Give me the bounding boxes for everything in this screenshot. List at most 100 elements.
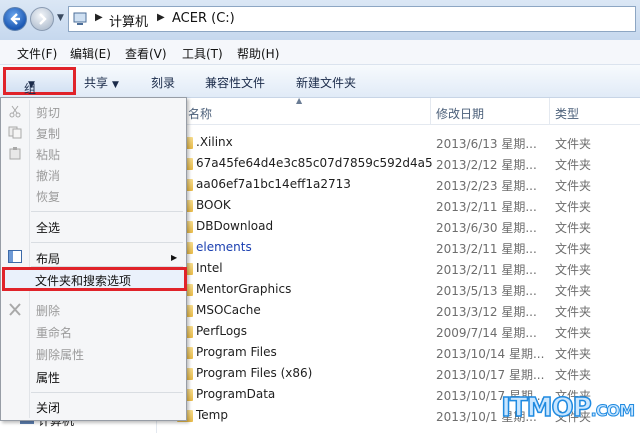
menu-item-select-all[interactable]: 全选: [36, 219, 60, 236]
watermark-brand: ITMOP: [500, 392, 592, 424]
file-date: 2009/7/14 星期...: [436, 326, 537, 340]
chevron-down-icon: ▼: [28, 80, 35, 90]
recent-pages-chevron-icon[interactable]: ▼: [57, 13, 64, 23]
file-type: 文件夹: [555, 158, 592, 172]
menu-edit[interactable]: 编辑(E): [70, 45, 111, 62]
file-name: aa06ef7a1bc14eff1a2713: [196, 177, 351, 191]
file-row[interactable]: DBDownload 2013/6/30 星期... 文件夹: [157, 216, 640, 237]
command-toolbar: 组织▼ 共享▼ 刻录 兼容性文件 新建文件夹: [0, 65, 640, 113]
menu-item-cut[interactable]: 剪切: [36, 104, 60, 121]
file-name: elements: [196, 240, 252, 254]
file-row[interactable]: .Xilinx 2013/6/13 星期... 文件夹: [157, 132, 640, 153]
file-name: Intel: [196, 261, 223, 275]
copy-icon: [8, 126, 22, 139]
menu-help[interactable]: 帮助(H): [237, 45, 279, 62]
file-date: 2013/3/12 星期...: [436, 305, 537, 319]
file-type: 文件夹: [555, 368, 592, 382]
menu-separator: [31, 266, 183, 267]
share-label: 共享: [84, 76, 109, 90]
file-type: 文件夹: [555, 347, 592, 361]
column-header-name[interactable]: 名称: [188, 105, 212, 122]
back-arrow-icon: [10, 13, 20, 25]
file-date: 2013/2/11 星期...: [436, 200, 537, 214]
menu-item-folder-options[interactable]: 文件夹和搜索选项: [2, 267, 187, 291]
menu-item-undo[interactable]: 撤消: [36, 167, 60, 184]
menu-item-folder-options-label: 文件夹和搜索选项: [35, 274, 132, 288]
menu-item-delete[interactable]: 删除: [36, 302, 60, 319]
file-date: 2013/2/12 星期...: [436, 158, 537, 172]
menu-view[interactable]: 查看(V): [125, 45, 167, 62]
file-name: BOOK: [196, 198, 231, 212]
delete-x-icon: [9, 303, 21, 316]
menu-separator: [31, 392, 183, 393]
file-date: 2013/2/23 星期...: [436, 179, 537, 193]
forward-button[interactable]: [30, 7, 54, 31]
file-name: DBDownload: [196, 219, 274, 233]
file-row[interactable]: aa06ef7a1bc14eff1a2713 2013/2/23 星期... 文…: [157, 174, 640, 195]
menu-tools[interactable]: 工具(T): [182, 45, 223, 62]
menu-item-rename[interactable]: 重命名: [36, 324, 72, 341]
breadcrumb-drive[interactable]: ACER (C:): [172, 11, 235, 26]
file-type: 文件夹: [555, 137, 592, 151]
file-type: 文件夹: [555, 221, 592, 235]
file-type: 文件夹: [555, 200, 592, 214]
menu-gutter: [29, 100, 30, 418]
burn-button[interactable]: 刻录: [151, 74, 175, 91]
file-row[interactable]: 67a45fe64d4e3c85c07d7859c592d4a5 2013/2/…: [157, 153, 640, 174]
menu-item-close[interactable]: 关闭: [36, 399, 60, 416]
menu-item-copy[interactable]: 复制: [36, 125, 60, 142]
file-row[interactable]: Program Files 2013/10/14 星期... 文件夹: [157, 342, 640, 363]
file-date: 2013/6/30 星期...: [436, 221, 537, 235]
file-row[interactable]: Program Files (x86) 2013/10/17 星期... 文件夹: [157, 363, 640, 384]
file-date: 2013/2/11 星期...: [436, 242, 537, 256]
file-row[interactable]: PerfLogs 2009/7/14 星期... 文件夹: [157, 321, 640, 342]
file-name: Program Files (x86): [196, 366, 313, 380]
breadcrumb-separator-icon[interactable]: ▶: [157, 12, 165, 23]
menu-file[interactable]: 文件(F): [17, 45, 57, 62]
file-row[interactable]: elements 2013/2/11 星期... 文件夹: [157, 237, 640, 258]
file-row[interactable]: MentorGraphics 2013/5/13 星期... 文件夹: [157, 279, 640, 300]
forward-arrow-icon: [39, 13, 47, 25]
file-name: MentorGraphics: [196, 282, 292, 296]
column-header-date[interactable]: 修改日期: [436, 105, 484, 122]
share-button[interactable]: 共享 ▼: [84, 74, 119, 91]
file-row[interactable]: MSOCache 2013/3/12 星期... 文件夹: [157, 300, 640, 321]
file-name: PerfLogs: [196, 324, 248, 338]
menu-item-properties[interactable]: 属性: [36, 369, 60, 386]
file-type: 文件夹: [555, 305, 592, 319]
compatibility-files-button[interactable]: 兼容性文件: [205, 74, 265, 91]
menu-item-redo[interactable]: 恢复: [36, 188, 60, 205]
column-divider[interactable]: [549, 98, 550, 124]
back-button[interactable]: [3, 7, 27, 31]
file-date: 2013/10/17 星期...: [436, 368, 545, 382]
file-row[interactable]: Intel 2013/2/11 星期... 文件夹: [157, 258, 640, 279]
file-name: Temp: [196, 408, 228, 422]
address-input[interactable]: ▶ 计算机 ▶ ACER (C:): [68, 6, 636, 32]
column-divider[interactable]: [430, 98, 431, 124]
menu-separator: [31, 242, 183, 243]
menu-separator: [31, 211, 183, 212]
sort-ascending-icon: ▲: [296, 96, 303, 105]
scissors-icon: [9, 105, 21, 118]
organize-button[interactable]: 组织▼: [3, 67, 76, 113]
file-row[interactable]: BOOK 2013/2/11 星期... 文件夹: [157, 195, 640, 216]
breadcrumb-computer[interactable]: 计算机: [109, 11, 148, 30]
submenu-arrow-icon: ▶: [171, 253, 178, 262]
menu-item-paste[interactable]: 粘贴: [36, 146, 60, 163]
file-date: 2013/6/13 星期...: [436, 137, 537, 151]
menu-item-remove-properties[interactable]: 删除属性: [36, 346, 84, 363]
column-header-type[interactable]: 类型: [555, 105, 579, 122]
file-type: 文件夹: [555, 263, 592, 277]
breadcrumb-separator-icon[interactable]: ▶: [95, 12, 103, 23]
file-name: MSOCache: [196, 303, 261, 317]
file-type: 文件夹: [555, 284, 592, 298]
file-date: 2013/2/11 星期...: [436, 263, 537, 277]
file-type: 文件夹: [555, 326, 592, 340]
file-type: 文件夹: [555, 179, 592, 193]
address-bar-area: ▼ ▶ 计算机 ▶ ACER (C:): [0, 0, 640, 40]
file-name: ProgramData: [196, 387, 276, 401]
column-headers: 名称 修改日期 类型: [157, 98, 640, 125]
new-folder-button[interactable]: 新建文件夹: [296, 74, 356, 91]
menu-item-layout[interactable]: 布局: [36, 250, 60, 267]
watermark-suffix: .COM: [590, 401, 635, 421]
